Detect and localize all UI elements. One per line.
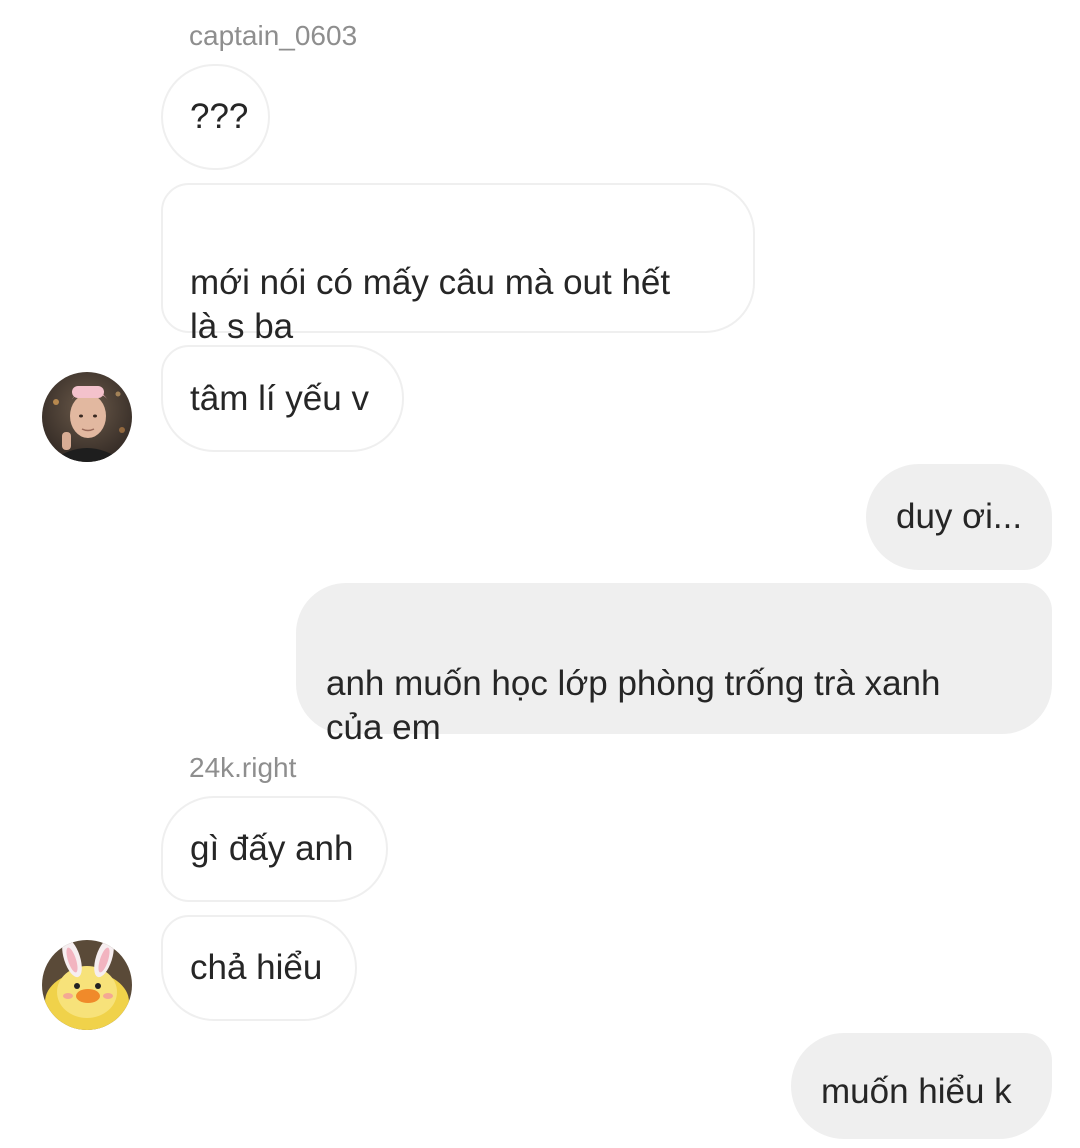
duck-plush-avatar-icon[interactable] <box>42 940 132 1030</box>
message-text: duy ơi... <box>896 497 1023 536</box>
incoming-message-bubble[interactable]: gì đấy anh <box>161 796 388 902</box>
message-text: muốn hiểu k <box>821 1072 1012 1111</box>
incoming-message-bubble[interactable]: chả hiểu <box>161 915 357 1021</box>
outgoing-message-bubble[interactable]: anh muốn học lớp phòng trống trà xanh củ… <box>296 583 1052 747</box>
message-text: ??? <box>190 97 249 136</box>
user-avatar-icon[interactable] <box>42 372 132 462</box>
outgoing-message-bubble[interactable]: muốn hiểu k <box>791 1033 1052 1139</box>
sender-username: captain_0603 <box>189 20 358 51</box>
message-text: tâm lí yếu v <box>190 379 369 418</box>
incoming-message-bubble[interactable]: ??? <box>161 64 270 170</box>
message-text: gì đấy anh <box>190 829 354 868</box>
message-text: mới nói có mấy câu mà out hết là s ba <box>190 263 671 346</box>
outgoing-message-bubble[interactable]: duy ơi... <box>866 464 1052 570</box>
message-text: chả hiểu <box>190 948 323 987</box>
sender-username: 24k.right <box>189 752 297 783</box>
incoming-message-bubble[interactable]: tâm lí yếu v <box>161 345 404 452</box>
message-text: anh muốn học lớp phòng trống trà xanh củ… <box>326 664 941 747</box>
incoming-message-bubble[interactable]: mới nói có mấy câu mà out hết là s ba <box>161 183 755 346</box>
